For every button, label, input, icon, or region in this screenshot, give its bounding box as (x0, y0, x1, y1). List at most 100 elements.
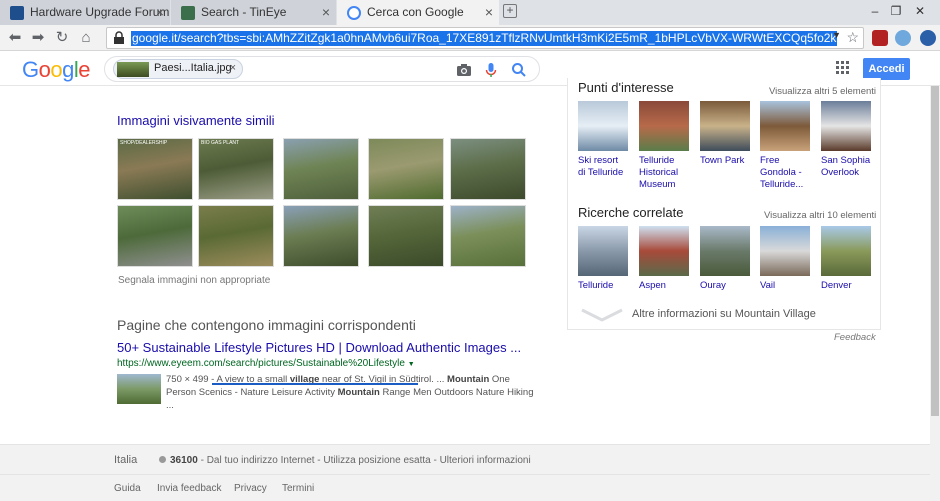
similar-image[interactable]: BIO GAS PLANT (198, 138, 274, 200)
extension-icon[interactable] (872, 30, 888, 46)
similar-image[interactable] (283, 138, 359, 200)
result-title-link[interactable]: 50+ Sustainable Lifestyle Pictures HD | … (117, 340, 521, 355)
chip-label: Paesi...Italia.jpg (154, 62, 232, 74)
close-tab-icon[interactable]: × (322, 0, 330, 25)
feedback-link[interactable]: Feedback (834, 332, 876, 343)
extension-icon[interactable] (920, 30, 936, 46)
poi-label[interactable]: Ski resort di Telluride (578, 155, 628, 179)
more-info-link[interactable]: Altre informazioni su Mountain Village (632, 308, 816, 320)
close-window-button[interactable]: ✕ (900, 0, 940, 22)
related-search-label[interactable]: Vail (760, 280, 810, 292)
similar-image[interactable] (368, 205, 444, 267)
footer-link-help[interactable]: Guida (114, 483, 141, 494)
location-dot-icon (159, 456, 166, 463)
related-search-label[interactable]: Telluride (578, 280, 628, 292)
related-search-image[interactable] (700, 226, 750, 276)
result-url[interactable]: https://www.eyeem.com/search/pictures/Su… (117, 358, 415, 369)
related-search-card[interactable]: Telluride (578, 226, 628, 292)
url-dropdown-icon[interactable]: ▼ (408, 361, 415, 368)
tab-tineye[interactable]: Search - TinEye × (171, 0, 336, 25)
matching-pages-title: Pagine che contengono immagini corrispon… (117, 317, 416, 333)
google-logo[interactable]: Google (22, 57, 91, 83)
bookmark-star-icon[interactable]: ☆ (846, 29, 859, 46)
poi-card[interactable]: Town Park (700, 101, 750, 167)
query-image-thumbnail (117, 62, 149, 77)
snippet-bold: Mountain (337, 387, 380, 398)
points-of-interest-title: Punti d'interesse (578, 80, 674, 95)
related-search-image[interactable] (821, 226, 871, 276)
related-search-card[interactable]: Denver (821, 226, 871, 292)
snippet-size: 750 × 499 - (166, 374, 217, 385)
related-search-image[interactable] (578, 226, 628, 276)
similar-image[interactable]: SHOP/DEALERSHIP (117, 138, 193, 200)
poi-label[interactable]: Town Park (700, 155, 750, 167)
footer-location-text[interactable]: - Dal tuo indirizzo Internet - Utilizza … (198, 455, 531, 466)
poi-label[interactable]: Telluride Historical Museum (639, 155, 689, 191)
similar-image[interactable] (450, 138, 526, 200)
search-input[interactable]: Paesi...Italia.jpg × (104, 56, 540, 82)
tab-label: Cerca con Google (367, 5, 464, 19)
home-icon[interactable]: ⌂ (75, 27, 97, 49)
poi-card[interactable]: Telluride Historical Museum (639, 101, 689, 191)
similar-images-title[interactable]: Immagini visivamente simili (117, 113, 274, 128)
result-snippet: 750 × 499 - A view to a small village ne… (166, 373, 538, 412)
related-search-label[interactable]: Denver (821, 280, 871, 292)
similar-image[interactable] (117, 205, 193, 267)
poi-label[interactable]: Free Gondola - Telluride... (760, 155, 810, 191)
lock-icon (114, 31, 124, 44)
reload-icon[interactable]: ↻ (51, 27, 73, 49)
similar-image[interactable] (450, 205, 526, 267)
url-text[interactable]: google.it/search?tbs=sbi:AMhZZitZgk1a0hn… (131, 31, 837, 46)
footer-location: 36100 - Dal tuo indirizzo Internet - Uti… (170, 455, 531, 466)
camera-icon[interactable] (455, 61, 473, 79)
related-more-link[interactable]: Visualizza altri 10 elementi (764, 210, 876, 221)
tab-hardware-upgrade[interactable]: Hardware Upgrade Forum - Repl × (0, 0, 170, 25)
google-apps-icon[interactable] (836, 61, 850, 75)
related-search-image[interactable] (639, 226, 689, 276)
logo-letter: e (78, 57, 91, 82)
poi-image[interactable] (821, 101, 871, 151)
image-query-chip[interactable]: Paesi...Italia.jpg × (113, 59, 243, 79)
extension-icon[interactable] (895, 30, 911, 46)
footer-link-terms[interactable]: Termini (282, 483, 314, 494)
poi-card[interactable]: San Sophia Overlook (821, 101, 871, 179)
tab-google-search[interactable]: Cerca con Google × (337, 0, 499, 25)
similar-image[interactable] (283, 205, 359, 267)
logo-letter: g (62, 57, 74, 82)
related-search-label[interactable]: Ouray (700, 280, 750, 292)
poi-image[interactable] (760, 101, 810, 151)
related-search-label[interactable]: Aspen (639, 280, 689, 292)
close-tab-icon[interactable]: × (485, 0, 493, 25)
scrollbar-thumb[interactable] (931, 86, 939, 416)
new-tab-button[interactable]: + (503, 4, 517, 18)
related-search-card[interactable]: Ouray (700, 226, 750, 292)
close-tab-icon[interactable]: × (156, 0, 164, 25)
poi-label[interactable]: San Sophia Overlook (821, 155, 871, 179)
related-search-card[interactable]: Vail (760, 226, 810, 292)
related-searches-title: Ricerche correlate (578, 205, 684, 220)
address-bar[interactable]: google.it/search?tbs=sbi:AMhZZitZgk1a0hn… (106, 27, 864, 49)
footer-link-feedback[interactable]: Invia feedback (157, 483, 222, 494)
similar-image[interactable] (198, 205, 274, 267)
poi-image[interactable] (700, 101, 750, 151)
poi-image[interactable] (578, 101, 628, 151)
report-images-link[interactable]: Segnala immagini non appropriate (118, 275, 270, 286)
remove-chip-icon[interactable]: × (230, 62, 236, 74)
tab-label: Search - TinEye (201, 5, 287, 19)
poi-card[interactable]: Ski resort di Telluride (578, 101, 628, 179)
microphone-icon[interactable] (482, 61, 500, 79)
poi-card[interactable]: Free Gondola - Telluride... (760, 101, 810, 191)
search-icon[interactable] (510, 61, 528, 79)
result-thumbnail[interactable] (117, 374, 161, 404)
poi-image[interactable] (639, 101, 689, 151)
footer-link-privacy[interactable]: Privacy (234, 483, 267, 494)
dropdown-arrow-icon[interactable]: ▼ (832, 30, 841, 40)
related-search-card[interactable]: Aspen (639, 226, 689, 292)
poi-more-link[interactable]: Visualizza altri 5 elementi (769, 86, 876, 97)
sign-in-button[interactable]: Accedi (863, 58, 910, 80)
related-search-image[interactable] (760, 226, 810, 276)
forward-arrow-icon[interactable]: ➡ (27, 27, 49, 49)
chevron-down-icon[interactable] (580, 308, 624, 322)
similar-image[interactable] (368, 138, 444, 200)
back-arrow-icon[interactable]: ⬅ (4, 27, 26, 49)
